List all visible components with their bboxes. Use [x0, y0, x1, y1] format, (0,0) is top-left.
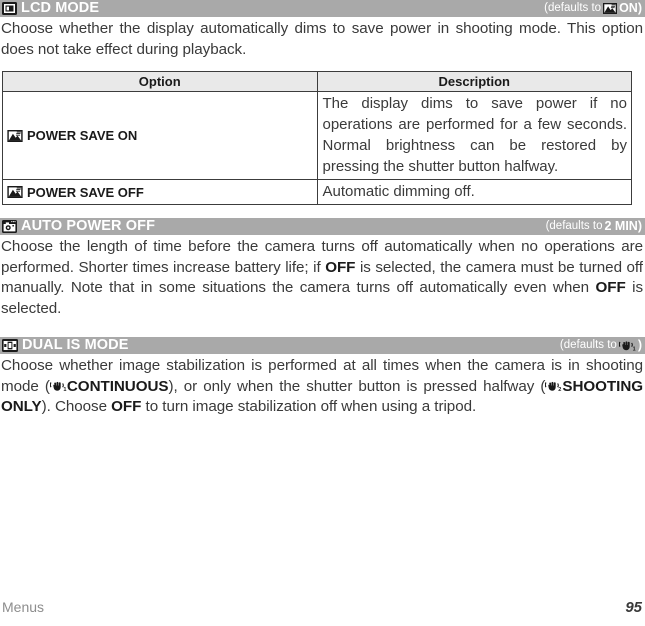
section-header-left: AUTO POWER OFF [2, 219, 155, 234]
table-header-row: Option Description [2, 71, 632, 92]
page-footer: Menus 95 [0, 599, 645, 616]
stabilizer-continuous-icon: 1 [618, 340, 636, 352]
stabilizer-shooting-only-icon: 2 [545, 380, 562, 393]
defaults-label: (defaults to [544, 1, 602, 14]
column-header-description: Description [316, 71, 632, 92]
power-save-off-icon [7, 186, 23, 198]
option-cell-power-save-on: POWER SAVE ON [2, 91, 318, 180]
section-header-lcd-mode: LCD MODE (defaults to ON) [0, 0, 645, 17]
svg-text:2: 2 [559, 387, 562, 393]
auto-power-off-body-text: Choose the length of time before the cam… [1, 238, 643, 317]
section-default-value: (defaults to ON) [544, 2, 642, 15]
section-header-left: DUAL IS MODE [2, 338, 128, 353]
stabilizer-continuous-icon: 1 [49, 380, 67, 393]
section-header-dual-is-mode: DUAL IS MODE (defaults to 1 ) [0, 337, 645, 354]
option-cell-power-save-off: POWER SAVE OFF [2, 179, 318, 205]
section-default-value: (defaults to 2 MIN) [546, 220, 642, 233]
power-save-on-icon [7, 129, 23, 142]
option-label: POWER SAVE OFF [27, 184, 144, 200]
auto-power-off-icon [2, 220, 17, 233]
dual-is-icon [2, 339, 18, 352]
section-title: LCD MODE [21, 0, 100, 17]
svg-text:1: 1 [63, 387, 66, 393]
description-cell: Automatic dimming off. [316, 179, 632, 205]
options-table: Option Description POWER SAVE ON The dis… [2, 71, 632, 205]
lcd-screen-icon [2, 2, 17, 15]
option-label: POWER SAVE ON [27, 128, 138, 143]
footer-chapter-label: Menus [2, 599, 45, 615]
lcd-mode-body-text: Choose whether the display automatically… [1, 20, 643, 58]
power-save-on-icon [603, 3, 618, 14]
footer-page-number: 95 [625, 599, 642, 616]
svg-text:1: 1 [632, 346, 635, 352]
manual-page: LCD MODE (defaults to ON) Choose whether… [0, 0, 645, 626]
section-header-auto-power-off: AUTO POWER OFF (defaults to 2 MIN) [0, 218, 645, 235]
description-cell: The display dims to save power if no ope… [316, 91, 632, 180]
section-default-value: (defaults to 1 ) [560, 339, 642, 352]
defaults-label: (defaults to [559, 338, 617, 351]
defaults-value: ON) [619, 1, 642, 16]
table-row: POWER SAVE OFF Automatic dimming off. [2, 179, 632, 205]
defaults-close: ) [637, 338, 642, 353]
defaults-value: 2 MIN) [604, 219, 642, 234]
section-title: DUAL IS MODE [22, 337, 129, 354]
section-title: AUTO POWER OFF [21, 218, 156, 235]
dual-is-mode-body-text: Choose whether image stabilization is pe… [1, 357, 644, 415]
column-header-option: Option [2, 71, 318, 92]
defaults-label: (defaults to [545, 219, 603, 232]
section-header-left: LCD MODE [2, 1, 99, 16]
table-row: POWER SAVE ON The display dims to save p… [2, 91, 632, 180]
